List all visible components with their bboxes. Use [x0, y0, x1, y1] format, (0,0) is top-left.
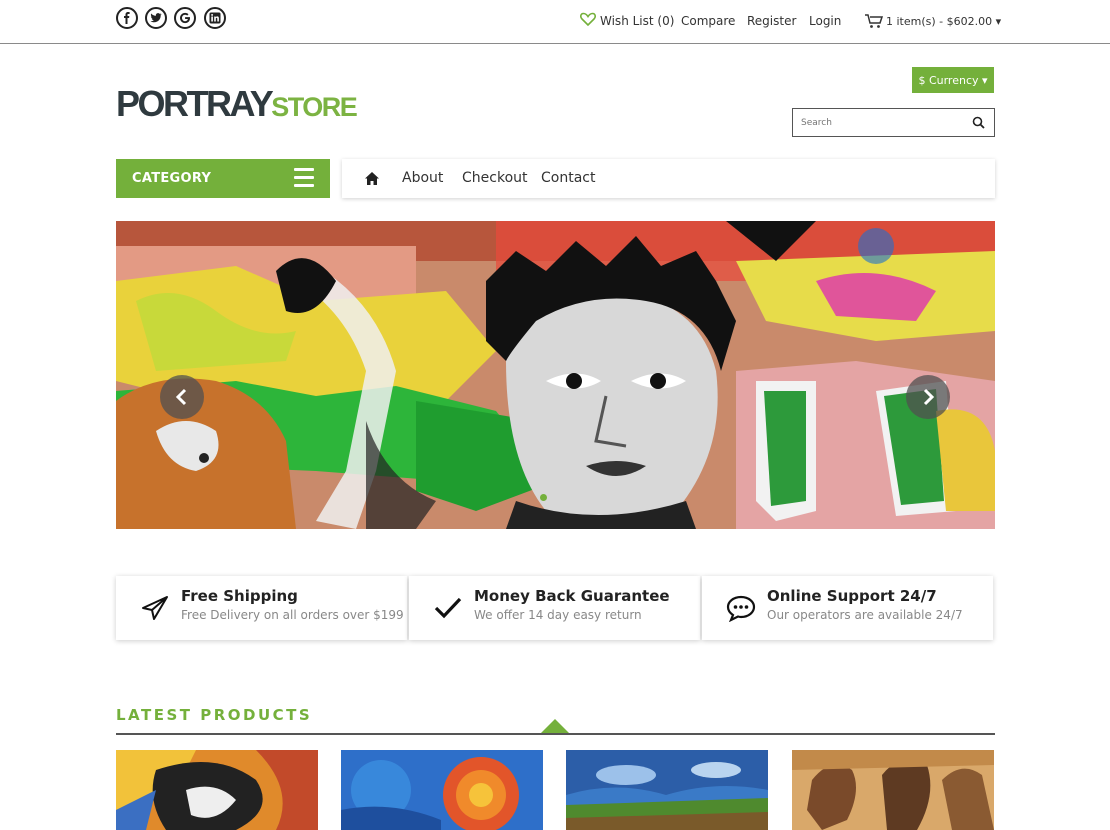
- feature-money-back: Money Back Guarantee We offer 14 day eas…: [409, 576, 700, 640]
- slider-next-button[interactable]: [906, 375, 950, 419]
- logo-text-store: STORE: [271, 92, 358, 122]
- product-thumbnail[interactable]: [566, 750, 768, 830]
- login-link[interactable]: Login: [809, 14, 841, 28]
- home-icon[interactable]: [364, 171, 380, 186]
- product-thumbnail[interactable]: [792, 750, 994, 830]
- heading-triangle-marker: [541, 719, 569, 733]
- feature-subtitle: We offer 14 day easy return: [474, 608, 642, 622]
- store-logo[interactable]: PORTRAYSTORE: [116, 83, 358, 124]
- hamburger-icon: [294, 168, 314, 188]
- chevron-left-icon: [175, 388, 187, 406]
- checkmark-icon: [434, 597, 462, 619]
- paper-plane-icon: [142, 596, 168, 620]
- feature-online-support: Online Support 24/7 Our operators are av…: [702, 576, 993, 640]
- search-icon[interactable]: [972, 116, 985, 129]
- hero-slider-image: [116, 221, 995, 529]
- heading-divider: [116, 733, 995, 735]
- nav-item-about[interactable]: About: [402, 170, 443, 186]
- nav-item-contact[interactable]: Contact: [541, 170, 595, 186]
- product-thumbnail[interactable]: [116, 750, 318, 830]
- feature-title: Money Back Guarantee: [474, 587, 670, 605]
- cart-icon[interactable]: [864, 13, 884, 29]
- search-input[interactable]: [801, 115, 961, 131]
- heart-icon[interactable]: [580, 12, 596, 26]
- logo-text-portray: PORTRAY: [116, 83, 274, 124]
- facebook-icon[interactable]: [116, 7, 138, 29]
- wishlist-link[interactable]: Wish List (0): [600, 14, 674, 28]
- register-link[interactable]: Register: [747, 14, 796, 28]
- cart-summary[interactable]: 1 item(s) - $602.00 ▾: [886, 15, 1001, 28]
- chat-bubble-icon: [726, 595, 756, 622]
- slider-prev-button[interactable]: [160, 375, 204, 419]
- slider-pagination-dot[interactable]: [540, 494, 547, 501]
- feature-free-shipping: Free Shipping Free Delivery on all order…: [116, 576, 407, 640]
- nav-item-checkout[interactable]: Checkout: [462, 170, 528, 186]
- feature-subtitle: Our operators are available 24/7: [767, 608, 963, 622]
- feature-title: Online Support 24/7: [767, 587, 937, 605]
- feature-subtitle: Free Delivery on all orders over $199: [181, 608, 404, 622]
- latest-products-heading: LATEST PRODUCTS: [116, 706, 313, 724]
- google-icon[interactable]: [174, 7, 196, 29]
- search-box: [792, 108, 995, 137]
- chevron-right-icon: [923, 388, 935, 406]
- category-label: CATEGORY: [132, 171, 212, 186]
- linkedin-icon[interactable]: [204, 7, 226, 29]
- compare-link[interactable]: Compare: [681, 14, 735, 28]
- top-bar: Wish List (0) Compare Register Login 1 i…: [0, 0, 1110, 44]
- twitter-icon[interactable]: [145, 7, 167, 29]
- main-nav: About Checkout Contact: [342, 159, 995, 198]
- category-menu-button[interactable]: CATEGORY: [116, 159, 330, 198]
- feature-title: Free Shipping: [181, 587, 298, 605]
- product-thumbnail[interactable]: [341, 750, 543, 830]
- currency-dropdown[interactable]: $ Currency ▾: [912, 67, 994, 93]
